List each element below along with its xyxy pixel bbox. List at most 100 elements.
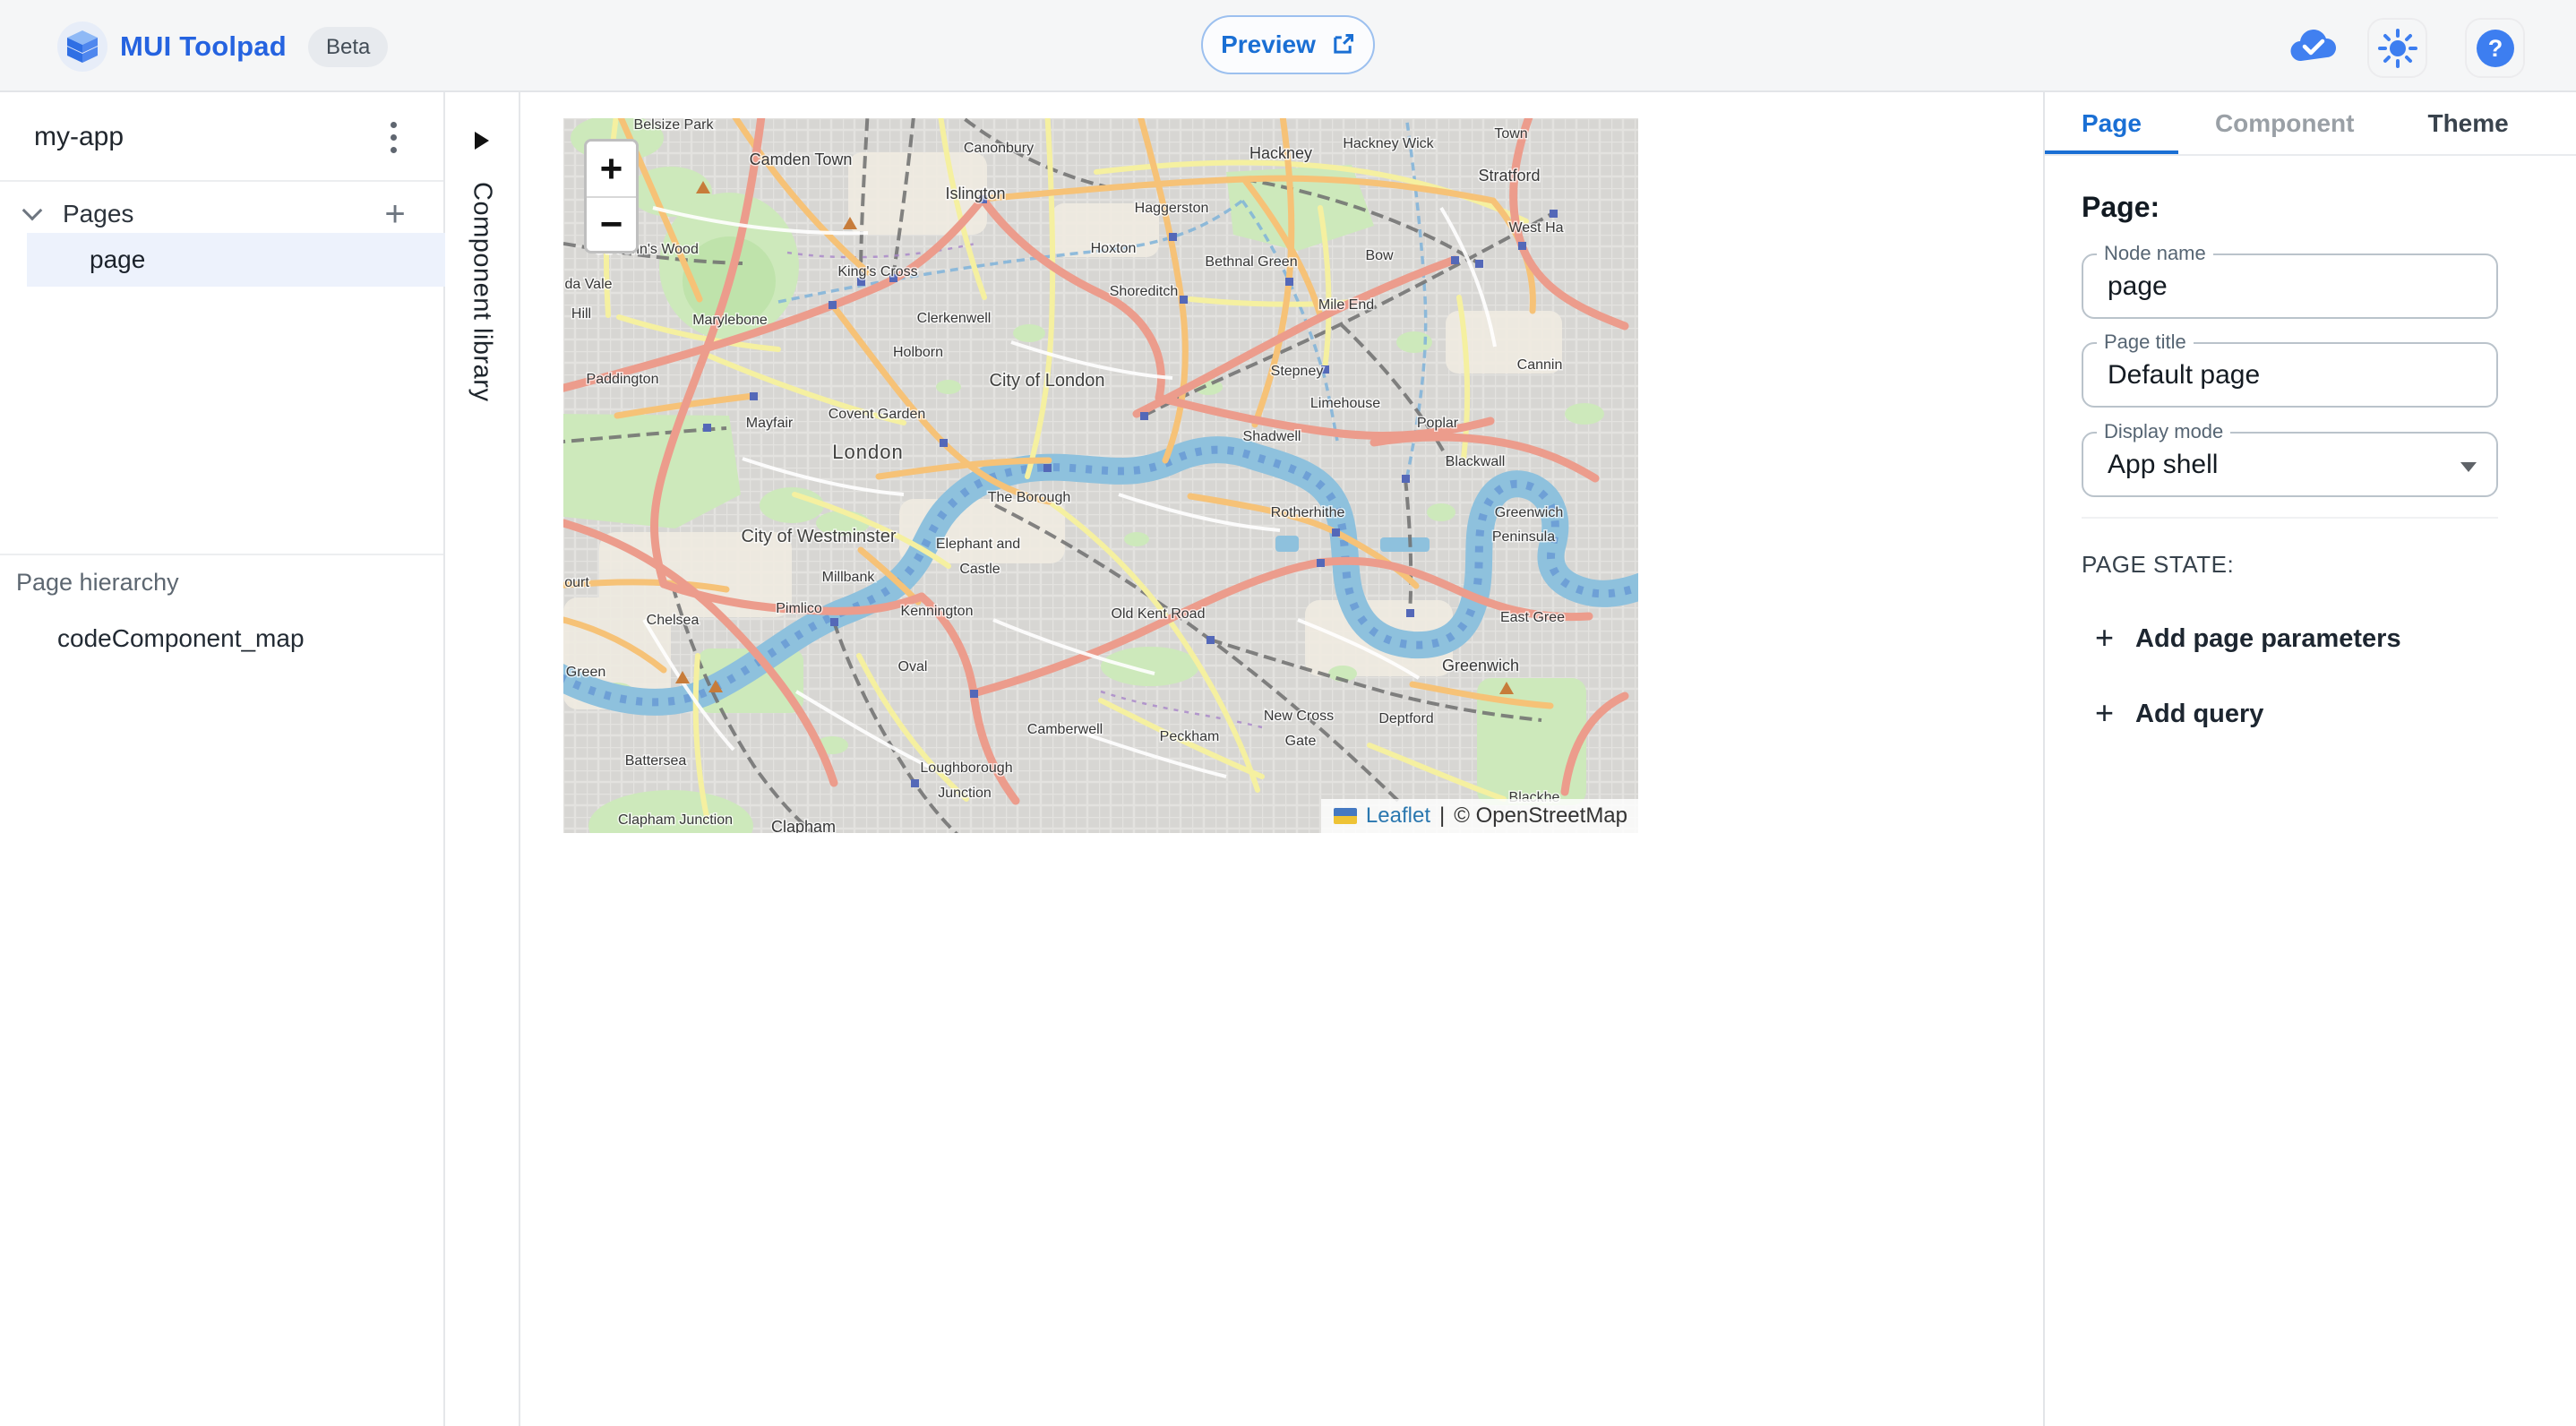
project-name: my-app <box>34 92 124 182</box>
zoom-in-button[interactable]: + <box>587 142 636 196</box>
toolpad-logo <box>57 21 107 72</box>
map-place-label: da Vale <box>564 277 612 292</box>
dropdown-caret-icon <box>2460 462 2477 472</box>
attribution-separator: | <box>1439 803 1445 829</box>
svg-text:?: ? <box>2487 35 2503 62</box>
map-place-label: London <box>832 441 903 463</box>
map-place-label: Deptford <box>1378 711 1433 726</box>
map-place-label: Rotherhithe <box>1271 505 1345 520</box>
leaflet-map: Belsize ParkCamden TownCanonburyIslingto… <box>563 118 1638 833</box>
page-heading: Page: <box>2082 191 2160 224</box>
map-place-label: Poplar <box>1417 416 1459 431</box>
display-mode-field[interactable]: Display mode App shell <box>2082 432 2498 497</box>
map-place-label: Paddington <box>587 372 659 387</box>
map-place-label: Canonbury <box>964 141 1034 156</box>
map-place-label: Haggerston <box>1135 201 1209 216</box>
add-page-parameters-label: Add page parameters <box>2135 624 2401 654</box>
page-item-label: page <box>90 245 145 274</box>
map-place-label: Belsize Park <box>634 118 715 133</box>
node-name-field: Node name <box>2082 253 2498 319</box>
preview-button[interactable]: Preview <box>1201 15 1375 74</box>
map-place-label: Greenwich <box>1442 657 1519 674</box>
theme-toggle-button[interactable] <box>2367 18 2427 78</box>
map-place-label: East Gree <box>1500 610 1565 625</box>
map-place-label: Holborn <box>893 345 943 360</box>
map-place-label: City of London <box>990 371 1105 391</box>
leaflet-link[interactable]: Leaflet <box>1366 803 1430 829</box>
sidebar-item-page[interactable]: page <box>27 233 445 287</box>
toolpad-logo-icon <box>65 29 99 64</box>
map-place-label: Shadwell <box>1243 429 1301 444</box>
map-place-label: Pimlico <box>776 601 822 616</box>
map-place-label: Hackney <box>1249 144 1312 162</box>
map-component[interactable]: Belsize ParkCamden TownCanonburyIslingto… <box>563 118 1638 833</box>
preview-button-label: Preview <box>1221 30 1316 59</box>
map-place-label: New Cross <box>1264 709 1334 724</box>
map-place-label: Elephant and <box>936 537 1020 552</box>
plus-icon: + <box>2095 697 2114 729</box>
tab-theme[interactable]: Theme <box>2391 92 2545 154</box>
page-title-label: Page title <box>2097 331 2194 354</box>
project-menu-button[interactable] <box>375 112 411 162</box>
map-place-label: Old Kent Road <box>1112 606 1206 622</box>
map-place-label: Bethnal Green <box>1205 254 1297 270</box>
map-place-label: Millbank <box>822 570 876 585</box>
pages-section-label: Pages <box>63 200 133 228</box>
page-canvas: Belsize ParkCamden TownCanonburyIslingto… <box>520 92 2043 1426</box>
map-place-label: Peckham <box>1160 729 1220 744</box>
light-mode-sun-icon <box>2378 29 2417 68</box>
tab-page[interactable]: Page <box>2045 92 2178 154</box>
map-place-label: Bow <box>1365 248 1394 263</box>
page-state-label: PAGE STATE: <box>2082 551 2234 579</box>
pages-section-header[interactable]: Pages + <box>0 193 443 236</box>
top-app-bar: MUI Toolpad Beta Preview ? <box>0 0 2576 92</box>
map-place-label: Chelsea <box>647 613 700 628</box>
chevron-down-icon <box>22 201 43 221</box>
map-place-label: Marylebone <box>692 313 768 328</box>
map-place-label: Junction <box>938 786 992 801</box>
map-place-label: Gate <box>1285 734 1317 749</box>
explorer-sidebar: my-app Pages + page Page hierarchy codeC… <box>0 92 445 1426</box>
map-place-label: King's Cross <box>837 264 917 279</box>
map-place-label: Hill <box>571 306 591 322</box>
map-place-label: Kennington <box>901 604 974 619</box>
inspector-panel: Page Component Theme Page: Node name Pag… <box>2043 92 2576 1426</box>
map-place-label: Camden Town <box>750 150 853 168</box>
map-place-label: Castle <box>959 562 1000 577</box>
add-query-button[interactable]: + Add query <box>2095 700 2263 729</box>
inspector-divider <box>2082 517 2498 519</box>
map-place-label: Greenwich <box>1495 505 1563 520</box>
zoom-out-button[interactable]: − <box>587 196 636 251</box>
add-page-button[interactable]: + <box>374 193 416 236</box>
cloud-check-icon <box>2288 29 2339 64</box>
map-place-label: West Ha <box>1508 220 1563 236</box>
map-place-label: Green <box>566 665 605 680</box>
beta-badge: Beta <box>308 27 388 67</box>
add-page-parameters-button[interactable]: + Add page parameters <box>2095 624 2401 654</box>
map-place-label: Clapham Junction <box>618 812 733 828</box>
inspector-tabs: Page Component Theme <box>2045 92 2576 156</box>
expand-arrow-icon <box>475 132 489 150</box>
map-place-label: Peninsula <box>1492 529 1555 545</box>
map-place-label: Cannin <box>1517 357 1563 373</box>
map-place-label: The Borough <box>988 490 1071 505</box>
tab-component[interactable]: Component <box>2178 92 2391 154</box>
map-place-label: Covent Garden <box>829 407 926 422</box>
sync-status-button[interactable] <box>2286 20 2341 73</box>
sidebar-divider <box>0 554 443 555</box>
openstreetmap-credit[interactable]: © OpenStreetMap <box>1454 803 1627 829</box>
node-name-label: Node name <box>2097 242 2213 265</box>
map-place-label: Stratford <box>1478 167 1540 185</box>
help-button[interactable]: ? <box>2465 18 2525 78</box>
page-hierarchy-label: Page hierarchy <box>16 569 179 597</box>
component-library-label: Component library <box>468 182 497 401</box>
map-place-label: Blackwall <box>1446 454 1506 469</box>
map-place-label: Battersea <box>625 753 687 769</box>
component-library-panel[interactable]: Component library <box>445 92 520 1426</box>
map-place-label: Camberwell <box>1027 722 1103 737</box>
map-place-label: Stepney <box>1271 364 1324 379</box>
map-place-label: Town <box>1494 126 1527 142</box>
hierarchy-item-code-component-map[interactable]: codeComponent_map <box>57 624 305 653</box>
map-place-label: Mile End <box>1318 297 1374 313</box>
app-title: MUI Toolpad <box>120 0 287 92</box>
